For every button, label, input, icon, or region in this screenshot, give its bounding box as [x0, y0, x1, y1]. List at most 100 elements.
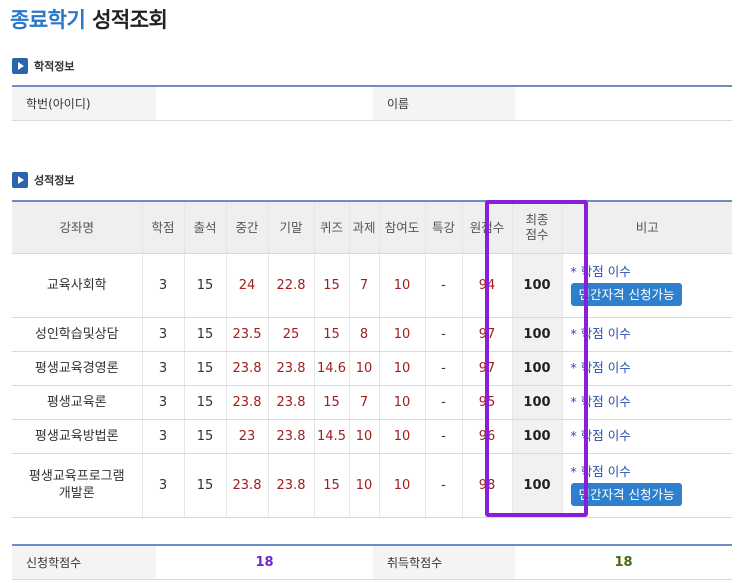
cell-participation: 10	[379, 385, 426, 420]
page-title-main: 성적조회	[92, 8, 168, 32]
cell-assignment: 10	[349, 351, 380, 386]
cell-quiz: 15	[314, 317, 350, 352]
cell-course: 평생교육프로그램 개발론	[12, 453, 143, 518]
cell-midterm: 24	[226, 253, 269, 318]
cell-quiz: 15	[314, 253, 350, 318]
student-id-value	[156, 86, 373, 121]
cell-credit: 3	[142, 385, 185, 420]
header-midterm: 중간	[226, 201, 269, 254]
cell-attendance: 15	[184, 317, 227, 352]
cell-final-score: 100	[512, 317, 563, 352]
student-name-value	[515, 86, 732, 121]
cell-raw-score: 97	[462, 317, 513, 352]
header-raw-score: 원점수	[462, 201, 513, 254]
student-id-label: 학번(아이디)	[12, 86, 156, 121]
cell-remarks: * 학점 이수	[562, 317, 732, 352]
grade-row: 평생교육경영론 3 15 23.8 23.8 14.6 10 10-97 100 * 학점 이수	[12, 351, 732, 386]
grade-row: 성인학습및상담 3 15 23.5 25 15 8 10-97 100 * 학점 이수	[12, 317, 732, 352]
play-arrow-icon	[12, 58, 28, 74]
cell-final-exam: 23.8	[268, 453, 315, 518]
cell-final-exam: 22.8	[268, 253, 315, 318]
cell-quiz: 15	[314, 453, 350, 518]
credit-earned-note: * 학점 이수	[570, 428, 631, 443]
cell-participation: 10	[379, 453, 426, 518]
cell-attendance: 15	[184, 253, 227, 318]
cell-final-score: 100	[512, 351, 563, 386]
cell-course: 평생교육방법론	[12, 419, 143, 454]
cell-final-score: 100	[512, 419, 563, 454]
cell-remarks: * 학점 이수 민간자격 신청가능	[562, 453, 732, 518]
grades-header-row: 강좌명 학점 출석 중간 기말 퀴즈 과제 참여도 특강 원점수 최종 점수 비고	[12, 201, 732, 254]
cell-special: -	[425, 453, 463, 518]
grade-row: 평생교육프로그램 개발론 3 15 23.8 23.8 15 10 10-98 100 * 학점 이…	[12, 453, 732, 518]
cell-attendance: 15	[184, 385, 227, 420]
play-arrow-icon	[12, 172, 28, 188]
credit-earned-note: * 학점 이수	[570, 394, 631, 409]
page-title-term: 종료학기	[10, 8, 86, 32]
header-course: 강좌명	[12, 201, 143, 254]
cell-attendance: 15	[184, 453, 227, 518]
header-final-exam: 기말	[268, 201, 315, 254]
cell-participation: 10	[379, 317, 426, 352]
grades-section-title: 성적정보	[12, 172, 74, 188]
cell-final-score: 100	[512, 253, 563, 318]
cell-final-score: 100	[512, 453, 563, 518]
cell-credit: 3	[142, 453, 185, 518]
credit-earned-note: * 학점 이수	[570, 326, 631, 341]
cell-credit: 3	[142, 253, 185, 318]
credit-earned-note: * 학점 이수	[570, 360, 631, 375]
cell-assignment: 10	[349, 419, 380, 454]
grades-table: 강좌명 학점 출석 중간 기말 퀴즈 과제 참여도 특강 원점수 최종 점수 비고…	[12, 200, 732, 518]
cell-midterm: 23.8	[226, 385, 269, 420]
header-remarks: 비고	[562, 201, 732, 254]
cell-raw-score: 96	[462, 419, 513, 454]
cell-raw-score: 94	[462, 253, 513, 318]
cell-credit: 3	[142, 419, 185, 454]
cell-quiz: 14.6	[314, 351, 350, 386]
cell-special: -	[425, 351, 463, 386]
cert-apply-button[interactable]: 민간자격 신청가능	[570, 483, 683, 506]
earned-credits-value: 18	[515, 545, 732, 580]
cell-participation: 10	[379, 351, 426, 386]
header-assignment: 과제	[349, 201, 380, 254]
applied-credits-value: 18	[156, 545, 373, 580]
cell-assignment: 7	[349, 385, 380, 420]
cell-participation: 10	[379, 419, 426, 454]
page-title: 종료학기 성적조회	[10, 4, 168, 34]
cell-quiz: 14.5	[314, 419, 350, 454]
student-info-table: 학번(아이디) 이름	[12, 85, 732, 121]
header-special: 특강	[425, 201, 463, 254]
grade-row: 평생교육론 3 15 23.8 23.8 15 7 10-95 100 * 학점 이수	[12, 385, 732, 420]
applied-credits-label: 신청학점수	[12, 545, 156, 580]
cell-assignment: 8	[349, 317, 380, 352]
earned-credits-label: 취득학점수	[373, 545, 515, 580]
cell-course: 평생교육론	[12, 385, 143, 420]
grades-section-label: 성적정보	[34, 174, 75, 187]
cell-attendance: 15	[184, 351, 227, 386]
cell-credit: 3	[142, 351, 185, 386]
cell-credit: 3	[142, 317, 185, 352]
cell-course: 성인학습및상담	[12, 317, 143, 352]
cell-assignment: 7	[349, 253, 380, 318]
cell-assignment: 10	[349, 453, 380, 518]
cell-final-exam: 25	[268, 317, 315, 352]
cell-quiz: 15	[314, 385, 350, 420]
credit-earned-note: * 학점 이수	[570, 264, 631, 279]
cell-course: 교육사회학	[12, 253, 143, 318]
cell-raw-score: 95	[462, 385, 513, 420]
cell-midterm: 23	[226, 419, 269, 454]
cell-remarks: * 학점 이수	[562, 385, 732, 420]
cell-remarks: * 학점 이수민간자격 신청가능	[562, 253, 732, 318]
cert-apply-button[interactable]: 민간자격 신청가능	[570, 283, 683, 306]
cell-final-score: 100	[512, 385, 563, 420]
header-credit: 학점	[142, 201, 185, 254]
student-name-label: 이름	[373, 86, 515, 121]
header-participation: 참여도	[379, 201, 426, 254]
cell-final-exam: 23.8	[268, 419, 315, 454]
cell-special: -	[425, 253, 463, 318]
cell-participation: 10	[379, 253, 426, 318]
cell-midterm: 23.8	[226, 351, 269, 386]
student-section-title: 학적정보	[12, 58, 74, 74]
cell-remarks: * 학점 이수	[562, 419, 732, 454]
cell-remarks: * 학점 이수	[562, 351, 732, 386]
